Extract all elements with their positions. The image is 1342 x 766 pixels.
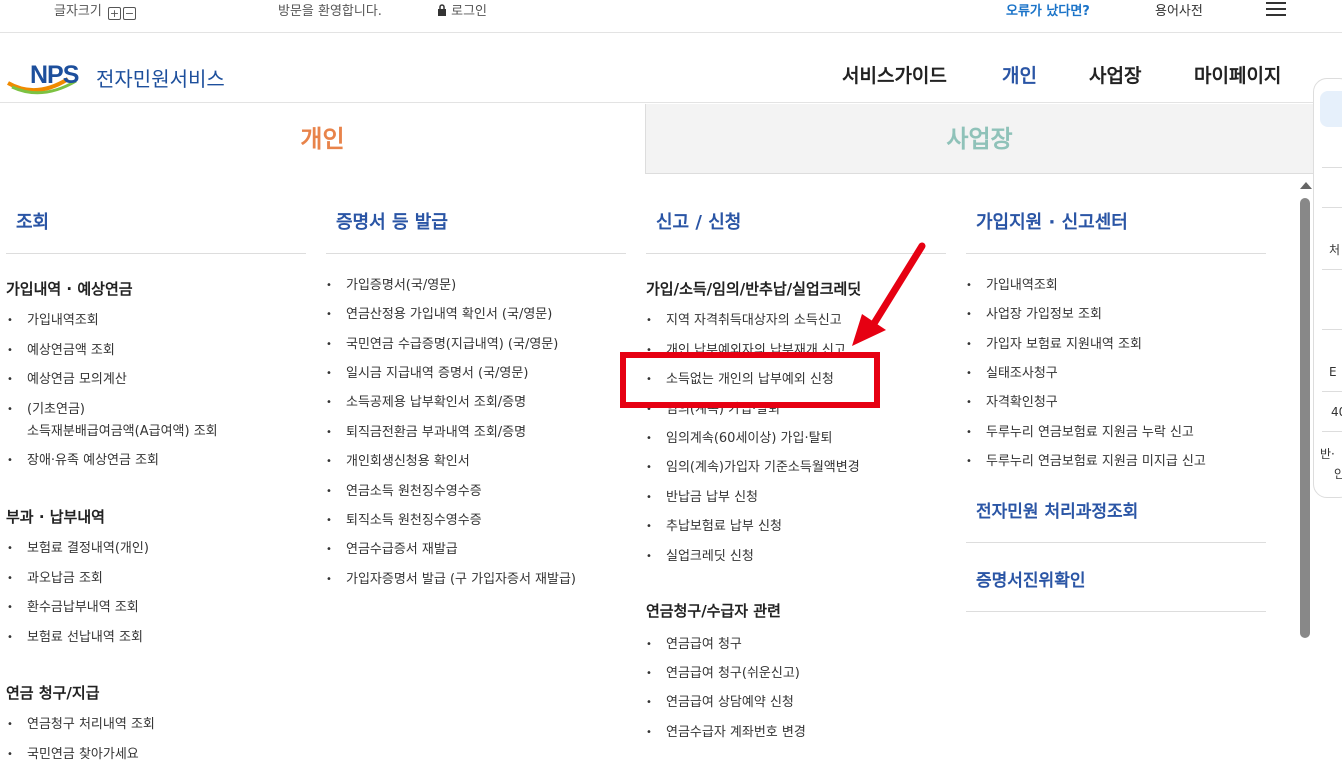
menu-item[interactable]: 국민연금 찾아가세요: [7, 744, 139, 766]
menu-item-continued[interactable]: 소득재분배급여금액(A급여액) 조회: [27, 421, 218, 443]
menu-item[interactable]: 지역 자격취득대상자의 소득신고: [646, 310, 842, 332]
error-report-link[interactable]: 오류가 났다면?: [1006, 0, 1090, 19]
menu-item[interactable]: 과오납금 조회: [7, 568, 103, 590]
menu-item[interactable]: 사업장 가입정보 조회: [966, 304, 1102, 326]
font-size-label: 글자크기: [54, 4, 102, 19]
menu-item[interactable]: 가입내역조회: [7, 310, 99, 332]
hamburger-menu-icon[interactable]: [1266, 2, 1286, 16]
menu-item[interactable]: 임의(계속)가입자 기준소득월액변경: [646, 457, 860, 479]
menu-item[interactable]: 일시금 지급내역 증명서 (국/영문): [326, 363, 528, 385]
site-header: NPS 전자민원서비스 서비스가이드 개인 사업장 마이페이지: [0, 33, 1342, 103]
divider: [326, 253, 626, 254]
menu-item[interactable]: 퇴직금전환금 부과내역 조회/증명: [326, 422, 526, 444]
quick-menu-header[interactable]: [1320, 91, 1342, 127]
glossary-link[interactable]: 용어사전: [1155, 0, 1203, 19]
column-title: 가입지원 · 신고센터: [976, 212, 1128, 233]
login-label: 로그인: [451, 4, 488, 19]
menu-item[interactable]: 반납금 납부 신청: [646, 487, 758, 509]
column-title: 조회: [16, 212, 50, 233]
menu-item[interactable]: 예상연금 모의계산: [7, 369, 127, 391]
menu-item[interactable]: 연금수급증서 재발급: [326, 539, 458, 561]
red-arrow-annotation: [852, 242, 926, 346]
divider: [1322, 431, 1342, 432]
menu-item[interactable]: 예상연금액 조회: [7, 340, 115, 362]
menu-item[interactable]: 연금급여 청구: [646, 634, 742, 656]
menu-item[interactable]: 연금급여 청구(쉬운신고): [646, 663, 800, 685]
section-title: 가입/소득/임의/반추납/실업크레딧: [646, 280, 862, 298]
nav-mypage[interactable]: 마이페이지: [1194, 61, 1281, 88]
section-title: 연금 청구/지급: [6, 684, 100, 702]
nav-service-guide[interactable]: 서비스가이드: [842, 61, 947, 88]
font-size-increase-button[interactable]: +: [107, 7, 121, 20]
menu-item[interactable]: 장애·유족 예상연금 조회: [7, 450, 159, 472]
menu-item[interactable]: 실업크레딧 신청: [646, 546, 754, 568]
menu-item[interactable]: 연금소득 원천징수영수증: [326, 481, 482, 503]
service-name: 전자민원서비스: [96, 67, 225, 91]
menu-item[interactable]: 가입자 보험료 지원내역 조회: [966, 334, 1142, 356]
menu-item[interactable]: 실태조사청구: [966, 363, 1058, 385]
quick-menu-item[interactable]: 처: [1329, 241, 1340, 258]
mega-menu-tabs: 개인 사업장: [0, 104, 1313, 174]
utility-bar: 글자크기 + − 방문을 환영합니다. 로그인 오류가 났다면? 용어사전: [0, 0, 1342, 33]
column-title: 증명서 등 발급: [336, 212, 448, 233]
menu-item[interactable]: 국민연금 수급증명(지급내역) (국/영문): [326, 334, 558, 356]
divider: [966, 542, 1266, 543]
font-size-decrease-button[interactable]: −: [122, 7, 136, 20]
menu-item[interactable]: 보험료 선납내역 조회: [7, 627, 143, 649]
divider: [6, 253, 306, 254]
menu-item[interactable]: 환수금납부내역 조회: [7, 597, 139, 619]
vertical-scrollbar[interactable]: [1297, 178, 1313, 756]
scrollbar-thumb[interactable]: [1300, 198, 1310, 638]
quick-menu-item[interactable]: 40: [1331, 405, 1342, 419]
menu-item[interactable]: 퇴직소득 원천징수영수증: [326, 510, 482, 532]
welcome-text: 방문을 환영합니다.: [278, 4, 382, 19]
highlight-box: [620, 352, 880, 408]
section-title: 가입내역 · 예상연금: [6, 280, 133, 298]
column-title: 신고 / 신청: [656, 212, 742, 233]
menu-item[interactable]: 자격확인청구: [966, 392, 1058, 414]
menu-item[interactable]: 가입증명서(국/영문): [326, 275, 456, 297]
quick-menu-panel: 처 Ε 40 반· 안: [1313, 78, 1342, 498]
menu-item[interactable]: 연금급여 상담예약 신청: [646, 692, 794, 714]
nav-personal[interactable]: 개인: [1002, 61, 1037, 88]
divider: [966, 611, 1266, 612]
divider: [1322, 269, 1342, 270]
font-size-control: 글자크기 + −: [54, 0, 136, 20]
divider: [1322, 391, 1342, 392]
lock-icon: [438, 4, 446, 16]
divider: [1322, 329, 1342, 330]
menu-item[interactable]: 연금산정용 가입내역 확인서 (국/영문): [326, 304, 552, 326]
menu-item[interactable]: 소득공제용 납부확인서 조회/증명: [326, 392, 526, 414]
process-status-link[interactable]: 전자민원 처리과정조회: [976, 497, 1138, 522]
tab-personal[interactable]: 개인: [0, 104, 645, 174]
nav-business[interactable]: 사업장: [1089, 61, 1141, 88]
menu-item[interactable]: (기초연금): [7, 399, 85, 421]
menu-item[interactable]: 임의계속(60세이상) 가입·탈퇴: [646, 428, 832, 450]
scroll-up-icon[interactable]: [1300, 182, 1312, 189]
menu-item[interactable]: 연금수급자 계좌번호 변경: [646, 722, 806, 744]
divider: [966, 253, 1266, 254]
menu-item[interactable]: 두루누리 연금보험료 지원금 미지급 신고: [966, 451, 1206, 473]
logo-text: NPS: [30, 61, 79, 89]
login-link[interactable]: 로그인: [437, 0, 487, 19]
quick-menu-item[interactable]: 안: [1334, 465, 1342, 482]
menu-item[interactable]: 연금청구 처리내역 조회: [7, 714, 155, 736]
quick-menu-item[interactable]: 반·: [1320, 445, 1335, 462]
section-title: 연금청구/수급자 관련: [646, 602, 781, 620]
menu-item[interactable]: 가입자증명서 발급 (구 가입자증서 재발급): [326, 569, 576, 591]
divider: [1322, 207, 1342, 208]
divider: [1322, 167, 1342, 168]
menu-item[interactable]: 보험료 결정내역(개인): [7, 538, 149, 560]
certificate-verification-link[interactable]: 증명서진위확인: [976, 566, 1085, 591]
site-logo[interactable]: NPS 전자민원서비스: [6, 59, 246, 109]
tab-business[interactable]: 사업장: [645, 104, 1313, 174]
quick-menu-item[interactable]: Ε: [1329, 365, 1337, 379]
menu-item[interactable]: 두루누리 연금보험료 지원금 누락 신고: [966, 422, 1194, 444]
section-title: 부과 · 납부내역: [6, 508, 105, 526]
menu-item[interactable]: 개인회생신청용 확인서: [326, 451, 470, 473]
menu-item[interactable]: 가입내역조회: [966, 275, 1058, 297]
menu-item[interactable]: 추납보험료 납부 신청: [646, 516, 782, 538]
